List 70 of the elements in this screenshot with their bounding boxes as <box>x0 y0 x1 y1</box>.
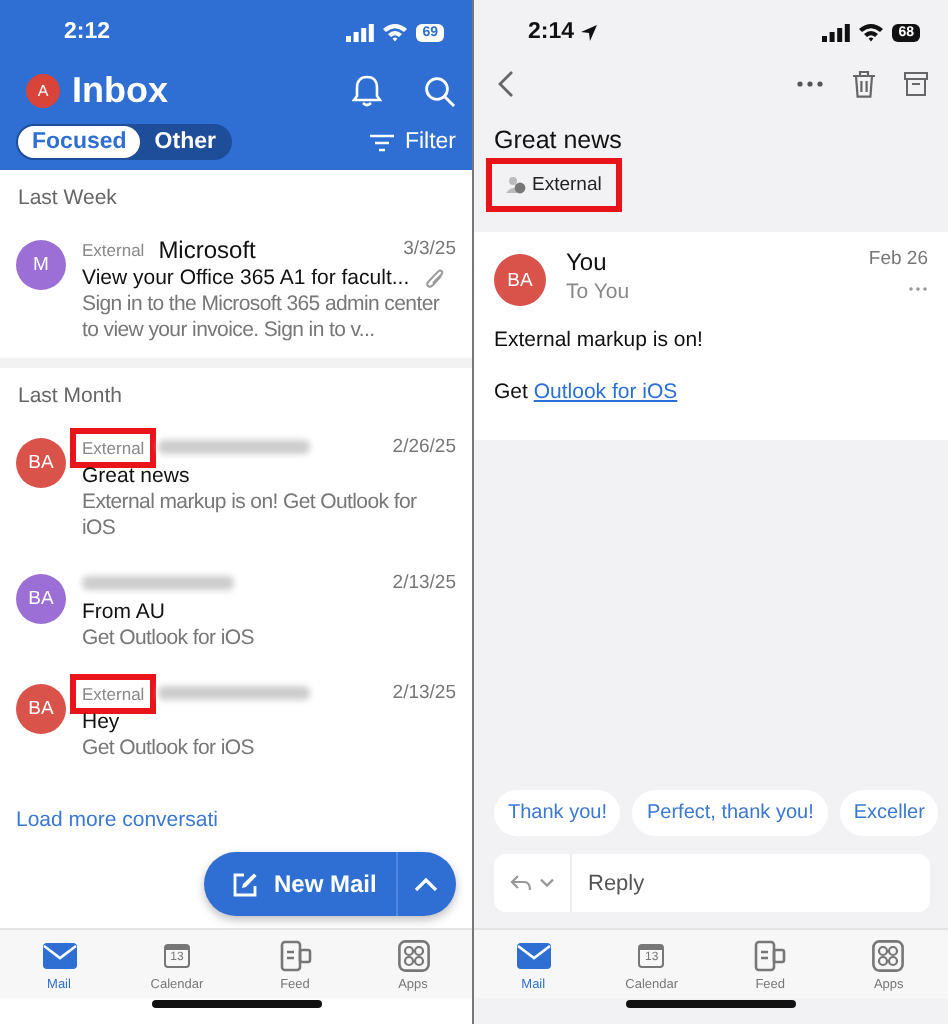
status-time: 2:12 <box>64 20 111 44</box>
filter-icon[interactable] <box>370 133 395 151</box>
paperclip-icon[interactable] <box>426 267 444 289</box>
mail-icon[interactable] <box>515 942 552 970</box>
trash-icon[interactable] <box>852 70 876 98</box>
message-subject: Great news <box>82 464 190 488</box>
message-preview: Get Outlook for iOS <box>82 626 256 652</box>
back-icon[interactable] <box>498 70 514 98</box>
body-text: Get <box>494 380 528 404</box>
reply-field[interactable]: Reply <box>572 871 930 895</box>
message-preview: Sign in to the Microsoft 365 admin center to view your invoice. Sign in to v... <box>82 292 442 344</box>
sender-avatar: BA <box>16 574 66 624</box>
people-icon[interactable] <box>506 176 526 194</box>
feed-icon[interactable] <box>754 940 787 972</box>
message-preview: External markup is on! Get Outlook for iOS <box>82 490 419 542</box>
more-icon[interactable] <box>796 80 824 88</box>
message-body: External markup is on! <box>494 328 705 352</box>
message-date: 2/13/25 <box>392 682 456 704</box>
section-heading: Last Week <box>16 184 119 214</box>
search-icon[interactable] <box>424 75 456 107</box>
message-preview: Get Outlook for iOS <box>82 736 256 762</box>
inbox-title: Inbox <box>72 70 168 112</box>
account-avatar[interactable]: A <box>26 74 60 108</box>
email-subject: Great news <box>494 126 624 154</box>
sender-avatar: M <box>16 240 66 290</box>
wifi-icon[interactable] <box>858 22 885 42</box>
message-date: 2/26/25 <box>392 436 456 458</box>
quick-reply-chip[interactable]: Exceller <box>839 790 939 836</box>
sender-avatar: BA <box>16 684 66 734</box>
status-time: 2:14 <box>528 20 575 44</box>
sender-name: You <box>566 248 609 276</box>
message-subject: From AU <box>82 600 165 624</box>
message-date: 3/3/25 <box>403 238 456 260</box>
outlook-link[interactable]: Outlook for iOS <box>533 380 678 404</box>
load-more-link[interactable]: Load more conversati <box>16 808 218 832</box>
message-date: Feb 26 <box>868 248 928 270</box>
mail-icon[interactable] <box>41 942 77 970</box>
message-item[interactable]: BA External 2/26/25 Great news External markup is on! Get Outlook for iOS <box>0 420 472 556</box>
external-tag: External <box>70 427 157 467</box>
message-item[interactable]: M External Microsoft 3/3/25 View your Office 365 A1 for facult... Sign in to the Microsoft 365 admin center to view your invoice. Sign in to v... <box>0 222 472 358</box>
inbox-tab[interactable]: Focused <box>18 126 141 158</box>
bell-icon[interactable] <box>352 74 382 108</box>
message-item[interactable]: BA 2/13/25 From AU Get Outlook for iOS <box>0 556 472 666</box>
chevron-down-icon[interactable] <box>540 878 554 888</box>
reply-bar[interactable]: Reply <box>494 854 930 912</box>
message-subject: View your Office 365 A1 for facult... <box>82 266 410 290</box>
quick-reply-chip[interactable]: Perfect, thank you! <box>632 790 828 836</box>
archive-icon[interactable] <box>904 72 928 96</box>
recipient-line: To You <box>566 280 630 304</box>
external-tag: External <box>70 229 157 269</box>
sender-avatar: BA <box>16 438 66 488</box>
filter-button[interactable]: Filter <box>370 130 456 154</box>
location-arrow-icon[interactable] <box>580 23 599 41</box>
apps-icon[interactable] <box>397 940 429 972</box>
signal-icon[interactable] <box>822 23 851 41</box>
sender-name: Microsoft <box>158 235 256 263</box>
sender-avatar: BA <box>494 254 546 306</box>
reply-icon[interactable] <box>510 874 532 892</box>
message-item[interactable]: BA External 2/13/25 Hey Get Outlook for iOS <box>0 666 472 776</box>
chevron-up-icon[interactable] <box>414 876 439 892</box>
feed-icon[interactable] <box>279 940 311 972</box>
apps-icon[interactable] <box>872 940 905 972</box>
message-date: 2/13/25 <box>392 572 456 594</box>
compose-icon[interactable] <box>232 871 258 897</box>
quick-reply-chip[interactable]: Thank you! <box>494 790 621 836</box>
inbox-tab[interactable]: Other <box>140 126 230 158</box>
message-subject: Hey <box>82 710 120 734</box>
more-icon[interactable] <box>908 286 928 292</box>
external-tag: External <box>70 673 157 713</box>
external-label: External <box>486 158 622 212</box>
